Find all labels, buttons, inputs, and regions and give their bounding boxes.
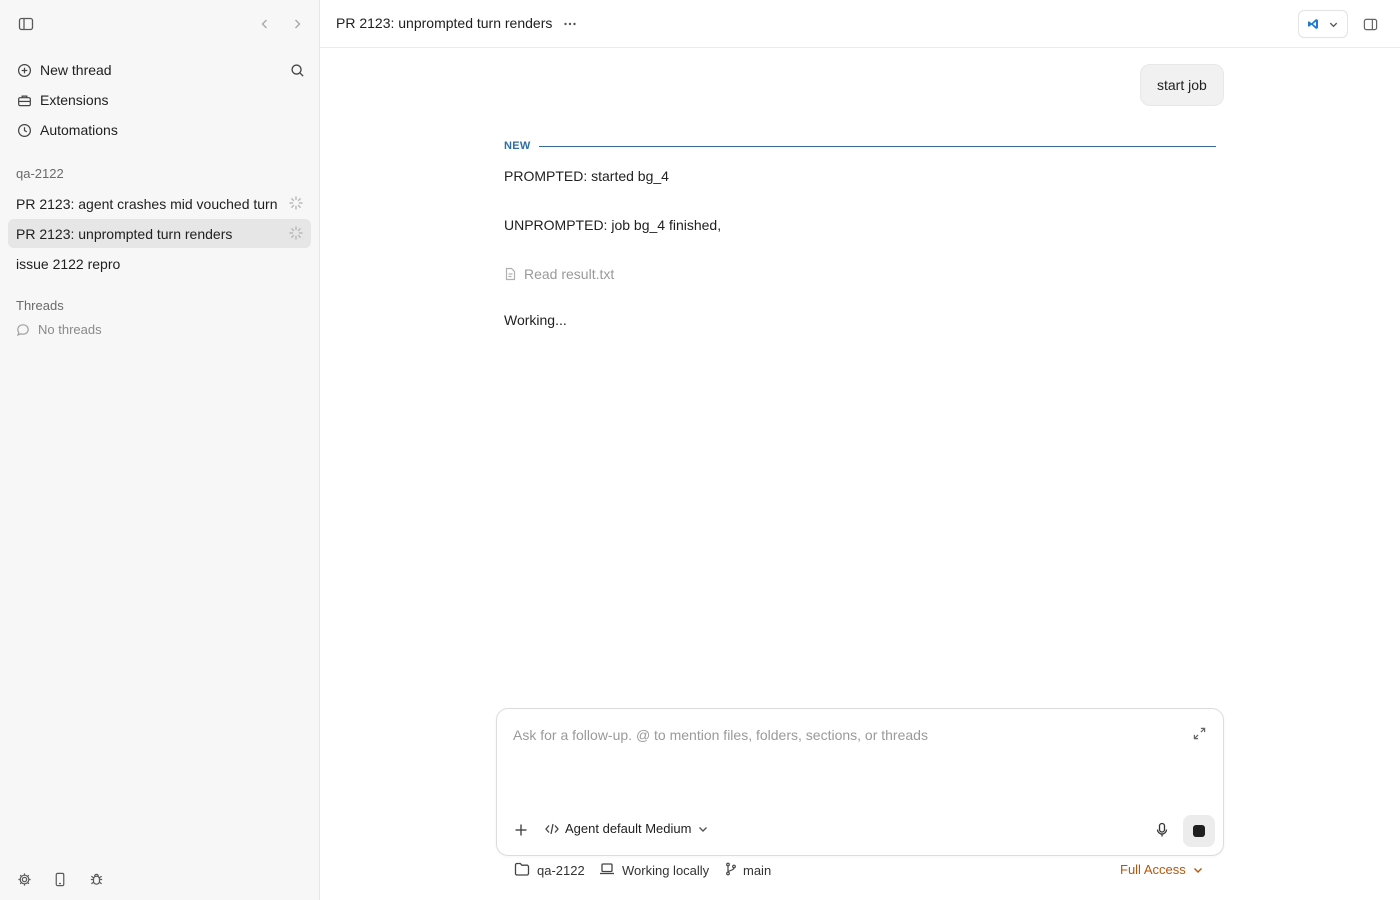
follow-up-input[interactable] — [513, 725, 1173, 745]
stop-generation-button[interactable] — [1183, 815, 1215, 847]
environment-label: Working locally — [622, 862, 710, 878]
thread-item[interactable]: issue 2122 repro — [8, 249, 311, 278]
code-icon — [545, 822, 559, 836]
file-icon — [504, 267, 518, 281]
nav-item-label: Automations — [40, 122, 118, 138]
user-message-bubble: start job — [1140, 64, 1224, 106]
chevron-down-icon — [1192, 864, 1204, 876]
chevron-down-icon — [1328, 19, 1339, 30]
sidebar-toolbar — [0, 0, 320, 48]
empty-threads-text: No threads — [38, 322, 102, 337]
spinner-icon — [289, 196, 303, 210]
search-icon[interactable] — [288, 61, 306, 79]
thread-title-heading: PR 2123: unprompted turn renders — [336, 15, 553, 31]
toggle-right-panel-icon[interactable] — [1360, 14, 1380, 34]
thread-title: PR 2123: unprompted turn renders — [16, 225, 233, 242]
empty-threads-message: No threads — [16, 322, 102, 337]
nav-item-label: New thread — [40, 62, 112, 78]
add-attachment-icon[interactable] — [513, 822, 529, 838]
thread-header: PR 2123: unprompted turn renders — [320, 0, 1400, 48]
assistant-message-unprompted: UNPROMPTED: job bg_4 finished, — [504, 217, 722, 233]
agent-mode-label: Agent default Medium — [565, 821, 692, 836]
branch-label: main — [743, 862, 772, 878]
chevron-down-icon — [697, 823, 709, 835]
bug-icon[interactable] — [88, 871, 104, 887]
sidebar: New thread Extensions Automations qa-212… — [0, 0, 320, 900]
sidebar-footer — [0, 852, 320, 900]
thread-title: PR 2123: agent crashes mid vouched turn — [16, 195, 278, 212]
toggle-sidebar-icon[interactable] — [17, 15, 35, 33]
composer-footer: qa-2122 Working locally main Full Access — [496, 862, 1224, 882]
chat-bubble-icon — [16, 323, 30, 337]
folder-selector[interactable]: qa-2122 — [514, 862, 585, 878]
thread-item[interactable]: PR 2123: agent crashes mid vouched turn — [8, 189, 311, 218]
sidebar-item-extensions[interactable]: Extensions — [8, 85, 312, 115]
user-message-text: start job — [1157, 77, 1207, 93]
open-in-editor-button[interactable] — [1298, 10, 1348, 38]
thread-item-selected[interactable]: PR 2123: unprompted turn renders — [8, 219, 311, 248]
access-level-label: Full Access — [1120, 862, 1186, 877]
thread-title: issue 2122 repro — [16, 255, 121, 272]
new-messages-divider: NEW — [504, 139, 1216, 153]
expand-icon[interactable] — [1191, 725, 1207, 741]
spinner-icon — [289, 226, 303, 240]
sidebar-item-automations[interactable]: Automations — [8, 115, 312, 145]
phone-icon[interactable] — [52, 871, 68, 887]
environment-selector[interactable]: Working locally — [599, 862, 709, 878]
folder-label: qa-2122 — [537, 862, 585, 878]
tool-call-label: Read result.txt — [524, 266, 615, 282]
forward-arrow-icon[interactable] — [289, 15, 305, 33]
project-name[interactable]: qa-2122 — [16, 166, 64, 181]
toolbox-icon — [16, 92, 32, 108]
more-options-icon[interactable] — [560, 14, 580, 34]
git-branch-icon — [725, 862, 737, 878]
branch-selector[interactable]: main — [725, 862, 771, 878]
nav-item-label: Extensions — [40, 92, 109, 108]
working-status: Working... — [504, 312, 567, 328]
stop-icon — [1193, 825, 1205, 837]
main-panel: PR 2123: unprompted turn renders start j… — [320, 0, 1400, 900]
access-level-selector[interactable]: Full Access — [1120, 862, 1204, 877]
new-thread-button[interactable]: New thread — [8, 55, 312, 85]
tool-call-read[interactable]: Read result.txt — [504, 266, 614, 282]
new-divider-label: NEW — [504, 140, 531, 152]
agent-mode-selector[interactable]: Agent default Medium — [545, 821, 709, 836]
plus-circle-icon — [16, 62, 32, 78]
divider-line — [538, 145, 1216, 147]
back-arrow-icon[interactable] — [257, 15, 273, 33]
vscode-icon — [1307, 18, 1319, 30]
threads-section-label[interactable]: Threads — [16, 298, 64, 313]
folder-icon — [514, 862, 530, 878]
laptop-icon — [599, 862, 615, 878]
clock-icon — [16, 122, 32, 138]
composer: Agent default Medium — [496, 708, 1224, 856]
settings-gear-icon[interactable] — [16, 871, 32, 887]
assistant-message-prompted: PROMPTED: started bg_4 — [504, 168, 669, 184]
microphone-icon[interactable] — [1154, 822, 1170, 838]
